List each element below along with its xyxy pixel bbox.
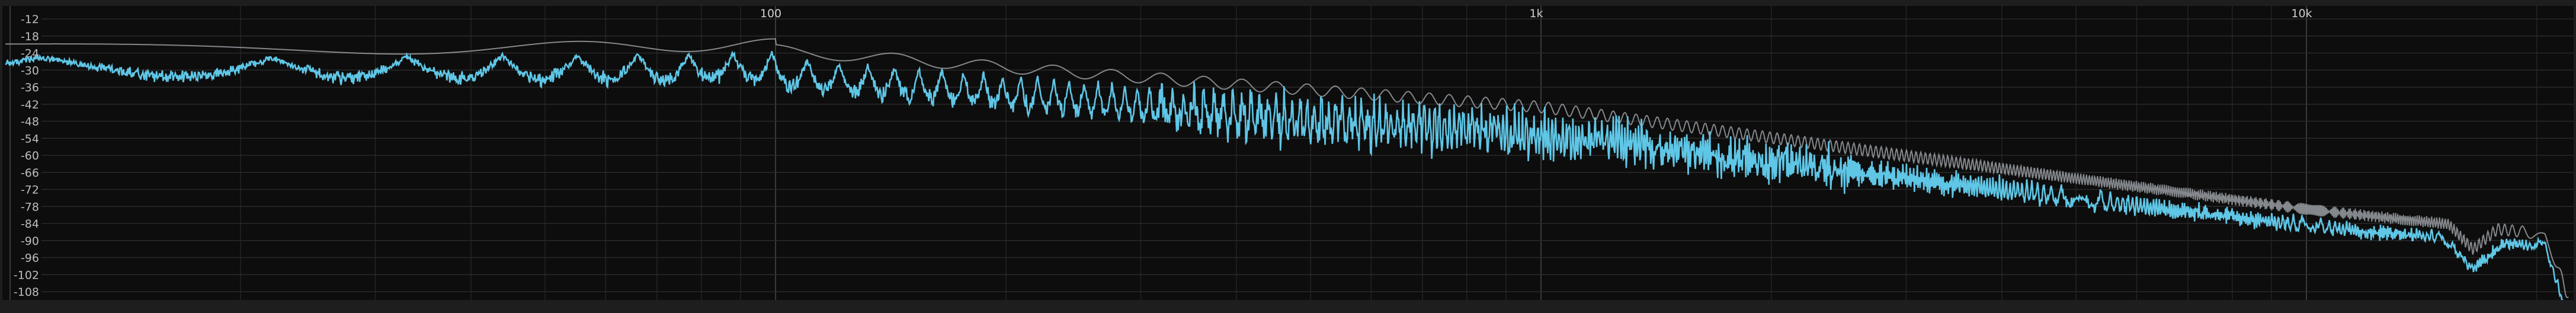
db-label: -54 — [21, 132, 39, 145]
db-label: -96 — [21, 252, 39, 265]
frequency-scale: 100 1k 10k — [760, 7, 2312, 20]
db-label: -78 — [21, 200, 39, 213]
db-label: -12 — [21, 13, 39, 26]
db-label: -108 — [14, 286, 39, 299]
frequency-grid — [9, 6, 2537, 300]
db-label: -90 — [21, 235, 39, 248]
db-label: -72 — [21, 184, 39, 197]
db-label: -36 — [21, 81, 39, 94]
peak-hold-trace — [5, 38, 2569, 298]
freq-label: 100 — [760, 7, 781, 20]
spectrum-analyzer[interactable]: -12 -18 -24 -30 -36 -42 -48 -54 -60 -66 -72 -78 -84-… — [0, 0, 2576, 313]
spectrum-trace — [5, 50, 2564, 300]
db-grid — [41, 18, 2574, 292]
db-label: -60 — [21, 149, 39, 162]
db-label: -66 — [21, 167, 39, 180]
db-label: -84 — [21, 218, 39, 231]
db-label: -18 — [21, 30, 39, 43]
spectrum-plot[interactable]: -12-18-24-30-36-42-48-54-60-66-72-78-84-… — [2, 6, 2574, 300]
freq-label: 1k — [1529, 7, 1543, 20]
db-label: -42 — [21, 98, 39, 111]
freq-label: 10k — [2291, 7, 2312, 20]
db-label: -48 — [21, 116, 39, 129]
db-label: -102 — [14, 269, 39, 282]
db-label: -30 — [21, 64, 39, 77]
